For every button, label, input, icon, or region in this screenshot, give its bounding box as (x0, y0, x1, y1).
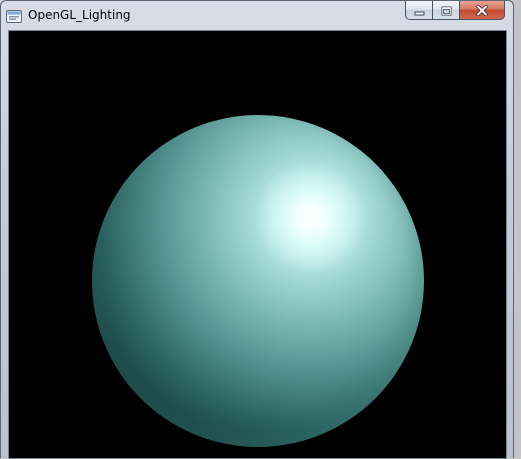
minimize-icon (414, 1, 425, 20)
minimize-button[interactable] (405, 1, 432, 20)
close-button[interactable] (459, 1, 505, 20)
app-window-icon[interactable] (6, 8, 22, 23)
maximize-button[interactable] (432, 1, 459, 20)
app-window: OpenGL_Lighting (0, 0, 514, 459)
close-icon (476, 1, 488, 20)
title-bar[interactable]: OpenGL_Lighting (1, 1, 513, 29)
window-title: OpenGL_Lighting (28, 8, 131, 22)
opengl-viewport[interactable] (8, 30, 507, 459)
maximize-icon (441, 1, 452, 20)
lit-sphere (92, 115, 424, 447)
caption-buttons (405, 1, 505, 21)
